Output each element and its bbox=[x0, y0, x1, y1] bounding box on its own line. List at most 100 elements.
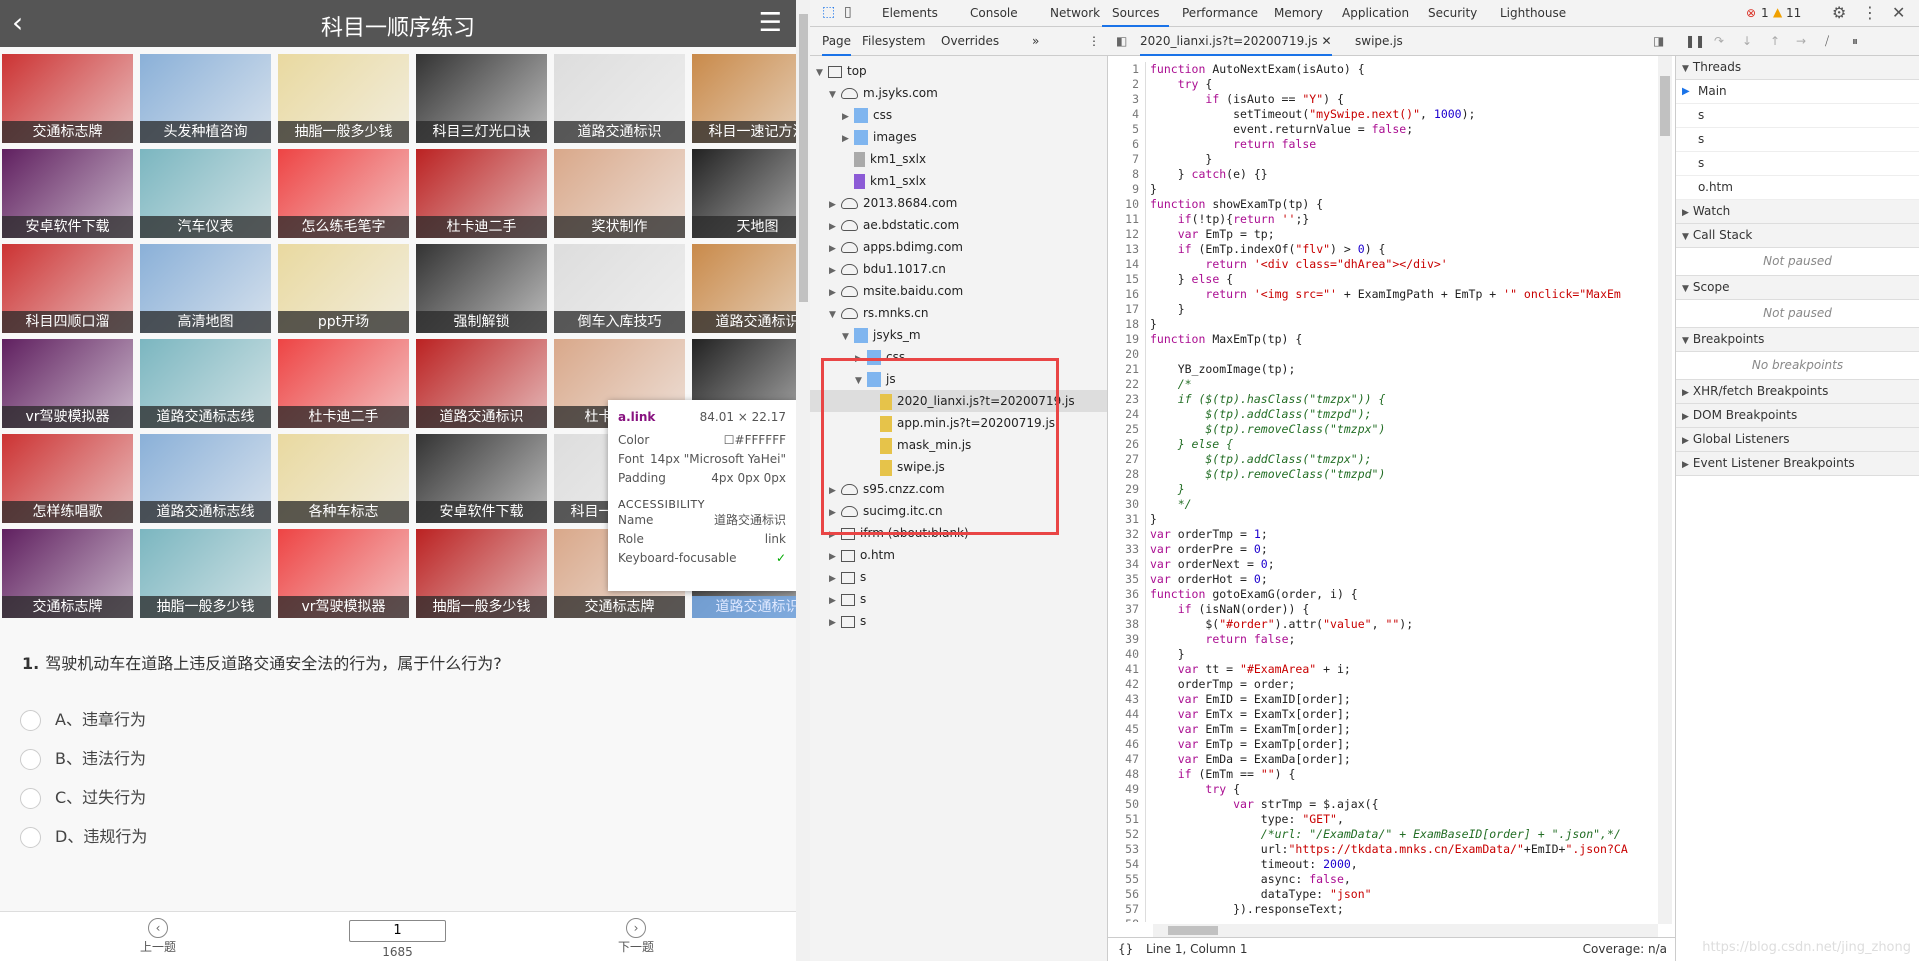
expand-arrow-icon[interactable]: ▶ bbox=[829, 260, 841, 282]
image-tile[interactable]: 强制解锁 bbox=[416, 244, 547, 333]
more-icon[interactable]: ⋮ bbox=[1088, 27, 1100, 56]
image-tile[interactable]: 杜卡迪二手 bbox=[416, 149, 547, 238]
code-line[interactable]: 35 var orderHot = 0; bbox=[1108, 572, 1658, 587]
tab-memory[interactable]: Memory bbox=[1274, 0, 1323, 27]
tab-security[interactable]: Security bbox=[1428, 0, 1477, 27]
expand-arrow-icon[interactable]: ▶ bbox=[829, 194, 841, 216]
radio-icon[interactable] bbox=[20, 710, 41, 731]
warning-count[interactable]: 11 bbox=[1786, 6, 1801, 20]
editor-tab[interactable]: swipe.js bbox=[1355, 27, 1403, 56]
line-number[interactable]: 50 bbox=[1108, 797, 1146, 812]
tile-caption[interactable]: 杜卡迪二手 bbox=[278, 406, 409, 428]
code-line[interactable]: 12 var EmTp = tp; bbox=[1108, 227, 1658, 242]
code-line[interactable]: 1 function AutoNextExam(isAuto) { bbox=[1108, 62, 1658, 77]
image-tile[interactable]: ppt开场 bbox=[278, 244, 409, 333]
line-number[interactable]: 18 bbox=[1108, 317, 1146, 332]
thread-item[interactable]: s bbox=[1676, 152, 1919, 176]
tile-caption[interactable]: 抽脂一般多少钱 bbox=[416, 596, 547, 618]
line-number[interactable]: 1 bbox=[1108, 62, 1146, 77]
code-line[interactable]: 52 /*url: "/ExamData/" + ExamBaseID[orde… bbox=[1108, 827, 1658, 842]
line-number[interactable]: 41 bbox=[1108, 662, 1146, 677]
tile-caption[interactable]: 杜卡迪二手 bbox=[416, 216, 547, 238]
breakpoints-header[interactable]: ▼ Breakpoints bbox=[1676, 328, 1919, 352]
line-number[interactable]: 42 bbox=[1108, 677, 1146, 692]
line-number[interactable]: 43 bbox=[1108, 692, 1146, 707]
expand-arrow-icon[interactable]: ▶ bbox=[829, 216, 841, 238]
image-tile[interactable]: 头发种植咨询 bbox=[140, 54, 271, 143]
editor-hscrollbar[interactable] bbox=[1153, 924, 1658, 937]
code-line[interactable]: 17 } bbox=[1108, 302, 1658, 317]
scope-header[interactable]: ▼ Scope bbox=[1676, 276, 1919, 300]
line-number[interactable]: 37 bbox=[1108, 602, 1146, 617]
tree-item[interactable]: ▶ o.htm bbox=[829, 544, 895, 566]
code-line[interactable]: 48 if (EmTm == "") { bbox=[1108, 767, 1658, 782]
line-number[interactable]: 48 bbox=[1108, 767, 1146, 782]
page-scrollbar[interactable] bbox=[796, 0, 810, 961]
tree-item[interactable]: ▶ s bbox=[829, 566, 866, 588]
tree-item[interactable]: ▼ m.jsyks.com bbox=[829, 82, 938, 104]
scroll-thumb[interactable] bbox=[1168, 926, 1218, 935]
line-number[interactable]: 20 bbox=[1108, 347, 1146, 362]
line-number[interactable]: 26 bbox=[1108, 437, 1146, 452]
code-line[interactable]: 6 return false bbox=[1108, 137, 1658, 152]
code-line[interactable]: 49 try { bbox=[1108, 782, 1658, 797]
image-tile[interactable]: 科目四顺口溜 bbox=[2, 244, 133, 333]
tile-caption[interactable]: 抽脂一般多少钱 bbox=[278, 121, 409, 143]
tree-item[interactable]: ▼ rs.mnks.cn bbox=[829, 302, 929, 324]
code-line[interactable]: 53 url:"https://tkdata.mnks.cn/ExamData/… bbox=[1108, 842, 1658, 857]
code-line[interactable]: 16 return '<img src="' + ExamImgPath + E… bbox=[1108, 287, 1658, 302]
image-tile[interactable]: 抽脂一般多少钱 bbox=[278, 54, 409, 143]
radio-icon[interactable] bbox=[20, 749, 41, 770]
code-area[interactable]: 1 function AutoNextExam(isAuto) {2 try {3… bbox=[1108, 62, 1658, 922]
image-tile[interactable]: 倒车入库技巧 bbox=[554, 244, 685, 333]
inspect-icon[interactable]: ⬚ bbox=[822, 4, 835, 20]
tile-caption[interactable]: 各种车标志 bbox=[278, 501, 409, 523]
expand-arrow-icon[interactable]: ▶ bbox=[829, 282, 841, 304]
tree-item[interactable]: ▶ s bbox=[829, 588, 866, 610]
line-number[interactable]: 6 bbox=[1108, 137, 1146, 152]
image-tile[interactable]: 天地图 bbox=[692, 149, 796, 238]
line-number[interactable]: 5 bbox=[1108, 122, 1146, 137]
code-line[interactable]: 31} bbox=[1108, 512, 1658, 527]
option-a[interactable]: A、违章行为 bbox=[20, 706, 146, 731]
code-line[interactable]: 51 type: "GET", bbox=[1108, 812, 1658, 827]
code-line[interactable]: 32 var orderTmp = 1; bbox=[1108, 527, 1658, 542]
code-line[interactable]: 56 dataType: "json" bbox=[1108, 887, 1658, 902]
image-tile[interactable]: 科目一速记方法 bbox=[692, 54, 796, 143]
radio-icon[interactable] bbox=[20, 827, 41, 848]
line-number[interactable]: 19 bbox=[1108, 332, 1146, 347]
code-line[interactable]: 55 async: false, bbox=[1108, 872, 1658, 887]
image-tile[interactable]: 道路交通标志线 bbox=[140, 339, 271, 428]
line-number[interactable]: 3 bbox=[1108, 92, 1146, 107]
code-line[interactable]: 41 var tt = "#ExamArea" + i; bbox=[1108, 662, 1658, 677]
tree-item[interactable]: ▶ css bbox=[842, 104, 892, 126]
tile-caption[interactable]: 奖状制作 bbox=[554, 216, 685, 238]
device-toggle-icon[interactable]: ▯ bbox=[844, 4, 852, 20]
line-number[interactable]: 52 bbox=[1108, 827, 1146, 842]
expand-arrow-icon[interactable]: ▶ bbox=[842, 106, 854, 128]
tile-caption[interactable]: 天地图 bbox=[692, 216, 796, 238]
option-d[interactable]: D、违规行为 bbox=[20, 823, 147, 848]
line-number[interactable]: 44 bbox=[1108, 707, 1146, 722]
code-line[interactable]: 23 if ($(tp).hasClass("tmzpx")) { bbox=[1108, 392, 1658, 407]
code-line[interactable]: 18} bbox=[1108, 317, 1658, 332]
line-number[interactable]: 58 bbox=[1108, 917, 1146, 922]
close-tab-icon[interactable]: ✕ bbox=[1321, 34, 1331, 48]
line-number[interactable]: 25 bbox=[1108, 422, 1146, 437]
image-tile[interactable]: 道路交通标识 bbox=[554, 54, 685, 143]
code-line[interactable]: 14 return '<div class="dhArea"></div>' bbox=[1108, 257, 1658, 272]
tree-item[interactable]: ▼ top bbox=[816, 60, 867, 82]
line-number[interactable]: 49 bbox=[1108, 782, 1146, 797]
error-icon[interactable]: ⊗ bbox=[1746, 6, 1756, 20]
line-number[interactable]: 17 bbox=[1108, 302, 1146, 317]
line-number[interactable]: 24 bbox=[1108, 407, 1146, 422]
deactivate-breakpoints-icon[interactable]: ⧸ bbox=[1825, 27, 1829, 56]
expand-arrow-icon[interactable]: ▶ bbox=[842, 128, 854, 150]
image-tile[interactable]: 道路交通标识 bbox=[416, 339, 547, 428]
line-number[interactable]: 28 bbox=[1108, 467, 1146, 482]
scroll-thumb[interactable] bbox=[1660, 76, 1670, 136]
code-line[interactable]: 5 event.returnValue = false; bbox=[1108, 122, 1658, 137]
threads-header[interactable]: ▼ Threads bbox=[1676, 56, 1919, 80]
expand-arrow-icon[interactable]: ▶ bbox=[829, 568, 841, 590]
thread-item[interactable]: s bbox=[1676, 104, 1919, 128]
